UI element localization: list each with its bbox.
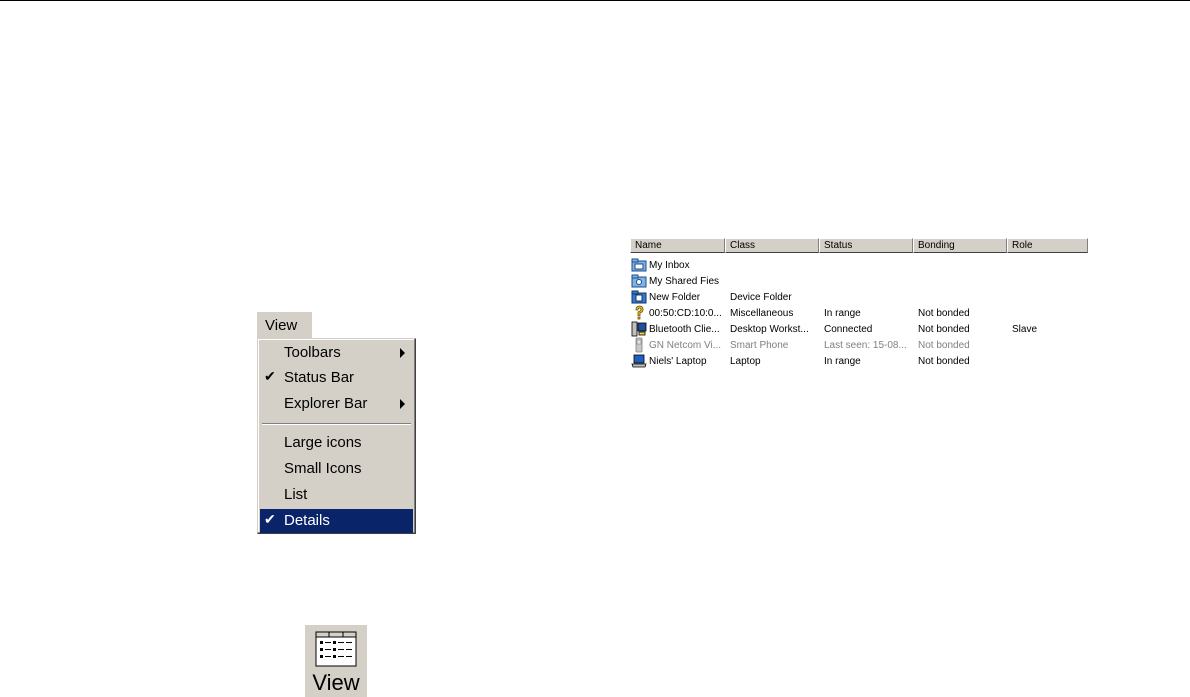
submenu-arrow-icon xyxy=(400,399,405,409)
cell-class: Laptop xyxy=(730,356,761,367)
menu-item-label: Explorer Bar xyxy=(284,395,368,412)
menu-title-label: View xyxy=(265,317,298,334)
cell-name: Niels' Laptop xyxy=(649,356,707,367)
cell-class: Smart Phone xyxy=(730,340,789,351)
list-item[interactable]: New Folder Device Folder xyxy=(630,289,1088,305)
list-item[interactable]: Niels' Laptop Laptop In range Not bonded xyxy=(630,353,1088,369)
view-button-label: View xyxy=(312,670,360,695)
menu-item-large-icons[interactable]: Large icons xyxy=(260,431,413,455)
cell-name: New Folder xyxy=(649,292,701,303)
cell-role: Slave xyxy=(1012,324,1038,335)
cell-class: Miscellaneous xyxy=(730,308,794,319)
phone-icon xyxy=(635,337,643,353)
menu-separator xyxy=(262,423,411,425)
menu-item-details[interactable]: ✔ Details xyxy=(260,509,413,533)
list-item[interactable]: My Shared Fies xyxy=(630,273,1088,289)
menu-item-label: Details xyxy=(284,512,330,529)
cell-name: 00:50:CD:10:0... xyxy=(649,308,722,319)
view-menu-popup: Toolbars ✔ Status Bar Explorer Bar Large… xyxy=(257,338,416,534)
menu-item-label: Large icons xyxy=(284,434,362,451)
shared-folder-icon xyxy=(631,274,647,288)
menu-item-small-icons[interactable]: Small Icons xyxy=(260,457,413,481)
cell-class: Desktop Workst... xyxy=(730,324,809,335)
menu-title-view[interactable]: View xyxy=(257,312,312,338)
question-mark-icon xyxy=(635,305,644,320)
menu-item-label: Toolbars xyxy=(284,344,341,361)
device-list-view: Name Class Status Bonding Role My Inbox … xyxy=(630,238,1088,373)
menu-item-label: List xyxy=(284,486,308,503)
checkmark-icon: ✔ xyxy=(264,511,276,527)
cell-bonding: Not bonded xyxy=(918,356,970,367)
column-header-bonding[interactable]: Bonding xyxy=(913,238,1007,253)
list-item[interactable]: GN Netcom Vi... Smart Phone Last seen: 1… xyxy=(630,337,1088,353)
desktop-computer-icon xyxy=(631,321,647,337)
cell-name: GN Netcom Vi... xyxy=(649,340,722,351)
inbox-folder-icon xyxy=(631,258,647,272)
cell-status: Connected xyxy=(824,324,873,335)
column-header-class[interactable]: Class xyxy=(725,238,819,253)
cell-name: My Shared Fies xyxy=(649,276,720,287)
view-toolbar-button[interactable]: View xyxy=(305,625,367,697)
menu-item-explorer-bar[interactable]: Explorer Bar xyxy=(260,392,413,416)
cell-name: Bluetooth Clie... xyxy=(649,324,720,335)
column-header-name[interactable]: Name xyxy=(630,238,725,253)
details-view-icon xyxy=(315,631,357,667)
column-header-status[interactable]: Status xyxy=(819,238,913,253)
submenu-arrow-icon xyxy=(400,348,405,358)
menu-item-toolbars[interactable]: Toolbars xyxy=(260,341,413,365)
cell-class: Device Folder xyxy=(730,292,792,303)
menu-item-label: Small Icons xyxy=(284,460,362,477)
list-item[interactable]: 00:50:CD:10:0... Miscellaneous In range … xyxy=(630,305,1088,321)
cell-status: Last seen: 15-08... xyxy=(824,340,907,351)
menu-item-status-bar[interactable]: ✔ Status Bar xyxy=(260,366,413,390)
device-folder-icon xyxy=(631,290,647,304)
cell-status: In range xyxy=(824,356,861,367)
cell-bonding: Not bonded xyxy=(918,324,970,335)
cell-bonding: Not bonded xyxy=(918,308,970,319)
laptop-icon xyxy=(631,354,647,368)
list-item[interactable]: My Inbox xyxy=(630,257,1088,273)
top-rule xyxy=(0,0,1190,1)
column-header-role[interactable]: Role xyxy=(1007,238,1088,253)
menu-item-label: Status Bar xyxy=(284,369,355,386)
cell-bonding: Not bonded xyxy=(918,340,970,351)
cell-status: In range xyxy=(824,308,861,319)
cell-name: My Inbox xyxy=(649,260,690,271)
menu-item-list[interactable]: List xyxy=(260,483,413,507)
list-item[interactable]: Bluetooth Clie... Desktop Workst... Conn… xyxy=(630,321,1088,337)
checkmark-icon: ✔ xyxy=(264,368,276,384)
